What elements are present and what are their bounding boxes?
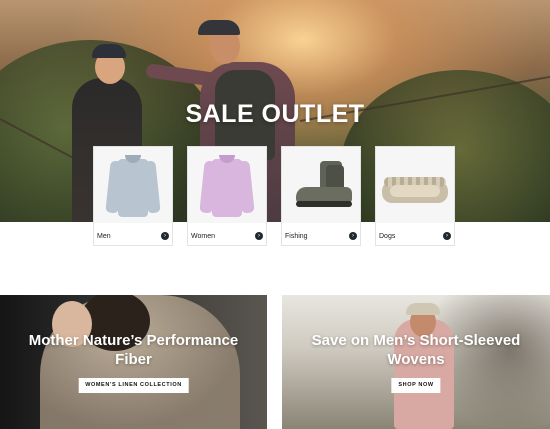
category-card-dogs[interactable]: Dogs › — [375, 146, 455, 246]
category-card-men[interactable]: Men › — [93, 146, 173, 246]
wading-boot-image — [282, 147, 360, 223]
arrow-right-icon[interactable]: › — [161, 232, 169, 240]
promo-mens-short-sleeved[interactable]: Save on Men’s Short-Sleeved Wovens SHOP … — [282, 295, 550, 429]
men-shirt-image — [94, 147, 172, 223]
category-label-men: Men — [97, 232, 111, 240]
dog-bed-image — [376, 147, 454, 223]
category-label-dogs: Dogs — [379, 232, 396, 240]
women-shirt-image — [188, 147, 266, 223]
promo-title: Save on Men’s Short-Sleeved Wovens — [311, 332, 521, 368]
promo-womens-linen[interactable]: Mother Nature’s Performance Fiber WOMEN’… — [0, 295, 267, 429]
hero-banner: SALE OUTLET — [0, 0, 550, 222]
shop-now-button[interactable]: SHOP NOW — [391, 378, 441, 393]
category-label-women: Women — [191, 232, 215, 240]
category-label-fishing: Fishing — [285, 232, 308, 240]
category-card-women[interactable]: Women › — [187, 146, 267, 246]
arrow-right-icon[interactable]: › — [349, 232, 357, 240]
promo-title: Mother Nature’s Performance Fiber — [28, 332, 239, 368]
category-card-fishing[interactable]: Fishing › — [281, 146, 361, 246]
arrow-right-icon[interactable]: › — [443, 232, 451, 240]
hero-title: SALE OUTLET — [185, 100, 365, 128]
arrow-right-icon[interactable]: › — [255, 232, 263, 240]
womens-linen-collection-button[interactable]: WOMEN’S LINEN COLLECTION — [78, 378, 189, 393]
page: SALE OUTLET Men › Women › Fishing › Dogs… — [0, 0, 550, 429]
